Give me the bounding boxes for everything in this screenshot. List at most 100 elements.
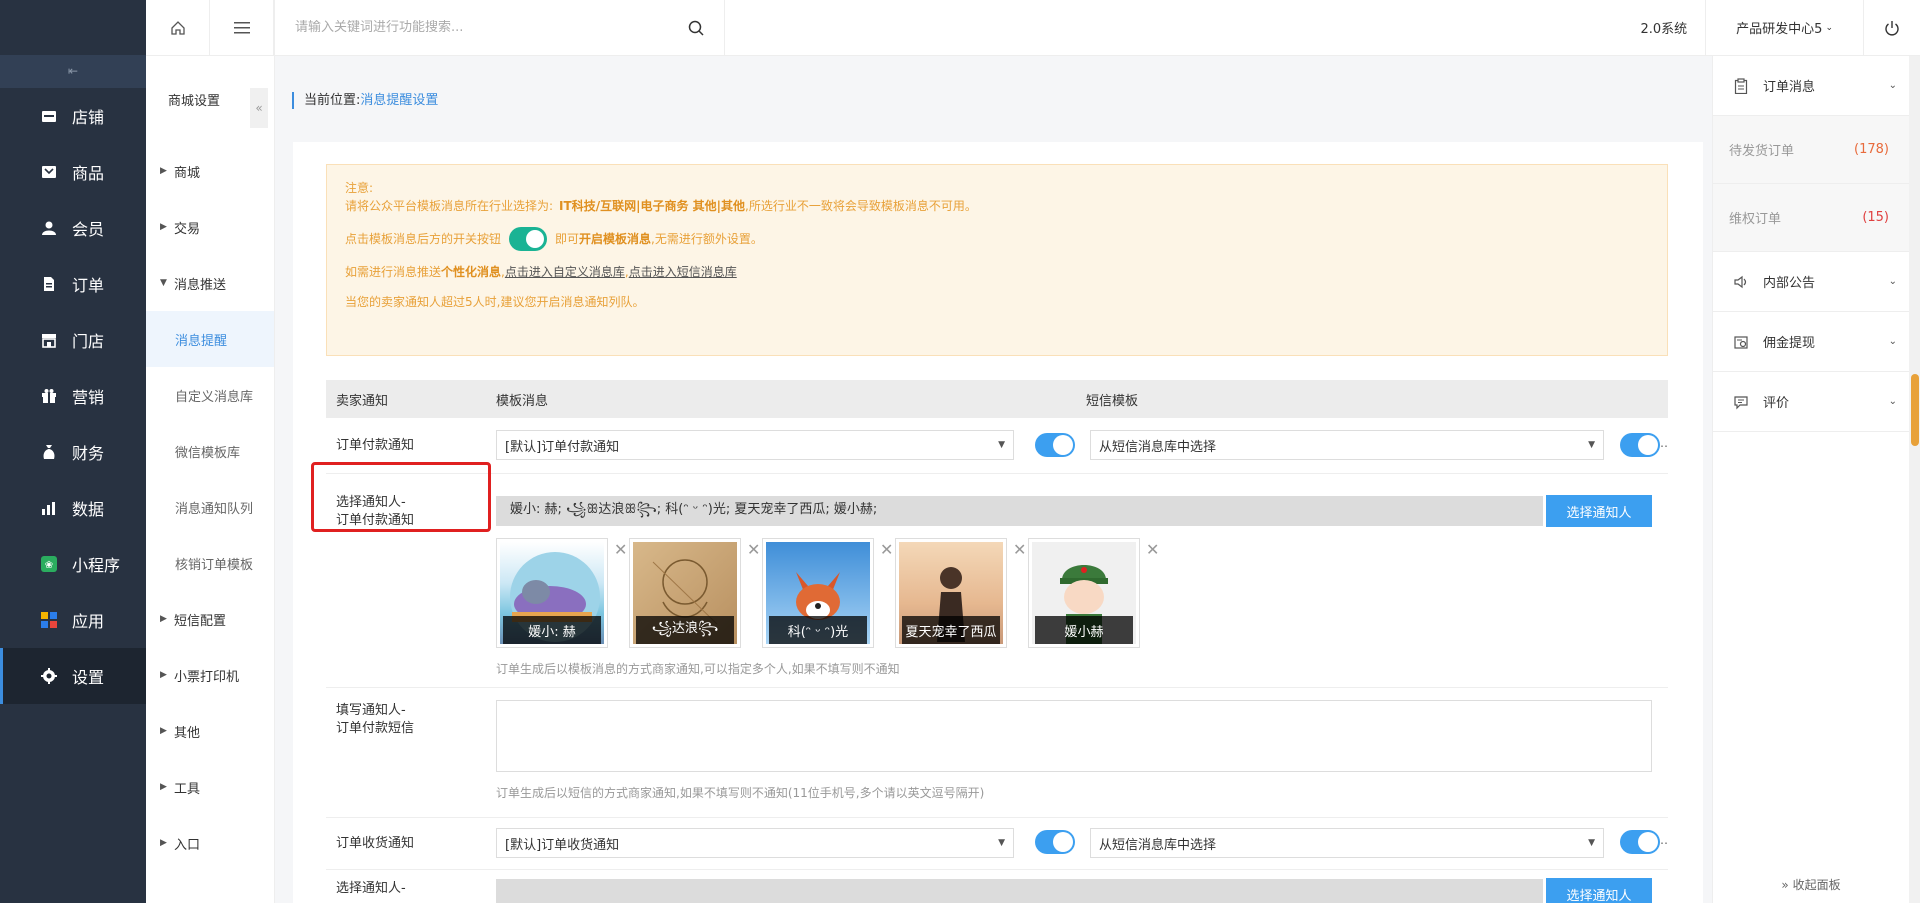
fold-sub-sidebar-button[interactable]: «: [250, 88, 268, 128]
sidebar-item-label: 门店: [72, 332, 105, 351]
subnav-item-printer[interactable]: ▶ 小票打印机: [146, 647, 274, 703]
sidebar-item-marketing[interactable]: 营销: [0, 368, 146, 424]
chevron-down-icon: ⌄: [1888, 336, 1897, 347]
sidebar-item-settings[interactable]: 设置: [0, 648, 146, 704]
panel-commission[interactable]: 佣金提现 ⌄: [1713, 312, 1909, 372]
notice-text: 请将公众平台模板消息所在行业选择为:: [345, 199, 554, 213]
panel-internal-notice[interactable]: 内部公告 ⌄: [1713, 252, 1909, 312]
breadcrumb: 当前位置:消息提醒设置: [292, 92, 438, 109]
sms-toggle[interactable]: [1620, 830, 1660, 854]
home-button[interactable]: [146, 0, 210, 55]
chevron-down-icon: ⌄: [1888, 80, 1897, 91]
sidebar-item-label: 数据: [72, 500, 105, 519]
sidebar-item-label: 商品: [72, 164, 105, 183]
scrollbar-thumb[interactable]: [1911, 374, 1919, 446]
template-select[interactable]: [默认]订单付款通知 ▼: [496, 430, 1014, 460]
search-icon[interactable]: [688, 20, 704, 36]
subnav-label: 商城: [174, 165, 201, 181]
sms-lib-link[interactable]: 点击进入短信消息库: [629, 265, 737, 279]
panel-rights-orders[interactable]: 维权订单 (15): [1713, 184, 1909, 252]
sidebar-item-miniapp[interactable]: ❀ 小程序: [0, 536, 146, 592]
sms-select[interactable]: 从短信消息库中选择 ▼: [1090, 430, 1604, 460]
panel-review[interactable]: 评价 ⌄: [1713, 372, 1909, 432]
page-scrollbar[interactable]: [1909, 56, 1920, 903]
sidebar-item-order[interactable]: 订单: [0, 256, 146, 312]
sidebar-item-data[interactable]: 数据: [0, 480, 146, 536]
remove-avatar-icon[interactable]: ✕: [1013, 540, 1026, 559]
sidebar-item-store[interactable]: 店铺: [0, 88, 146, 144]
remove-avatar-icon[interactable]: ✕: [614, 540, 627, 559]
subnav-item-sms[interactable]: ▶ 短信配置: [146, 591, 274, 647]
subnav-label: 入口: [174, 837, 201, 853]
row-label: 选择通知人-: [336, 881, 406, 896]
member-icon: [40, 219, 58, 237]
sidebar-item-label: 会员: [72, 220, 105, 239]
caret-right-icon: ▶: [160, 726, 167, 736]
subnav-item-tools[interactable]: ▶ 工具: [146, 759, 274, 815]
subnav-label: 消息推送: [174, 277, 227, 293]
breadcrumb-current[interactable]: 消息提醒设置: [360, 93, 438, 108]
subnav-label: 短信配置: [174, 613, 227, 629]
sub-sidebar-title-text: 商城设置: [168, 94, 221, 109]
select-value: 从短信消息库中选择: [1099, 439, 1217, 455]
subnav-item-other[interactable]: ▶ 其他: [146, 703, 274, 759]
template-toggle[interactable]: [1035, 433, 1075, 457]
subnav-item-push[interactable]: ▼ 消息推送: [146, 255, 274, 311]
remove-avatar-icon[interactable]: ✕: [747, 540, 760, 559]
logout-button[interactable]: [1864, 0, 1920, 56]
template-toggle[interactable]: [1035, 830, 1075, 854]
custom-lib-link[interactable]: 点击进入自定义消息库: [505, 265, 625, 279]
row-receive-people: 选择通知人- 选择通知人: [326, 870, 1668, 903]
notice-text: ,无需进行额外设置。: [651, 232, 763, 246]
gear-icon: [40, 667, 58, 685]
sidebar-item-finance[interactable]: 财务: [0, 424, 146, 480]
choose-notifier-button[interactable]: 选择通知人: [1546, 495, 1652, 527]
apps-icon: [40, 611, 58, 629]
subnav-item-mall[interactable]: ▶ 商城: [146, 143, 274, 199]
collapse-panel-button[interactable]: » 收起面板: [1713, 876, 1909, 893]
main-panel: 注意: 请将公众平台模板消息所在行业选择为: IT科技/互联网|电子商务 其他|其…: [293, 142, 1703, 903]
sidebar-collapse-button[interactable]: ⇤: [0, 55, 146, 88]
choose-notifier-button[interactable]: 选择通知人: [1546, 878, 1652, 903]
system-version[interactable]: 2.0系统: [1622, 0, 1707, 56]
sub-nav: ▶ 商城 ▶ 交易 ▼ 消息推送 消息提醒 自定义消息库 微信模板库 消息通知队列 核…: [146, 143, 274, 871]
sidebar-item-shop[interactable]: 门店: [0, 312, 146, 368]
template-select[interactable]: [默认]订单收货通知 ▼: [496, 828, 1014, 858]
table-header: 卖家通知 模板消息 短信模板: [326, 380, 1668, 418]
sms-select[interactable]: 从短信消息库中选择 ▼: [1090, 828, 1604, 858]
remove-avatar-icon[interactable]: ✕: [880, 540, 893, 559]
panel-pending-orders[interactable]: 待发货订单 (178): [1713, 116, 1909, 184]
notice-bold: IT科技/互联网|电子商务 其他|其他: [559, 199, 746, 213]
sidebar-item-label: 小程序: [72, 556, 121, 575]
subnav-item-entry[interactable]: ▶ 入口: [146, 815, 274, 871]
sidebar-item-goods[interactable]: 商品: [0, 144, 146, 200]
miniapp-icon: ❀: [40, 555, 58, 573]
panel-label: 评价: [1763, 396, 1790, 411]
notice-text: 即可: [555, 232, 580, 246]
highlight-box: [311, 462, 491, 532]
subnav-item-msg-remind[interactable]: 消息提醒: [146, 311, 274, 367]
subnav-item-trade[interactable]: ▶ 交易: [146, 199, 274, 255]
sms-toggle[interactable]: [1620, 433, 1660, 457]
chart-icon: [40, 499, 58, 517]
remove-avatar-icon[interactable]: ✕: [1146, 540, 1159, 559]
panel-order-messages[interactable]: 订单消息 ⌄: [1713, 56, 1909, 116]
subnav-item-queue[interactable]: 消息通知队列: [146, 479, 274, 535]
sidebar-item-label: 营销: [72, 388, 105, 407]
search-input[interactable]: [295, 20, 675, 35]
menu-button[interactable]: [210, 0, 274, 55]
subnav-item-custom-lib[interactable]: 自定义消息库: [146, 367, 274, 423]
subnav-item-verify-tpl[interactable]: 核销订单模板: [146, 535, 274, 591]
sidebar-item-member[interactable]: 会员: [0, 200, 146, 256]
sub-sidebar: 商城设置 « ▶ 商城 ▶ 交易 ▼ 消息推送 消息提醒 自定义消息库 微信模板库 消…: [146, 0, 275, 903]
sms-phone-textarea[interactable]: [496, 700, 1652, 772]
row-label: 订单付款通知: [336, 438, 415, 453]
pending-count-badge: (178): [1854, 142, 1889, 157]
system-version-text: 2.0系统: [1640, 22, 1688, 37]
notice-line-4: 当您的卖家通知人超过5人时,建议您开启消息通知列队。: [345, 295, 645, 309]
org-dropdown[interactable]: 产品研发中心5 ⌄: [1706, 0, 1864, 56]
sidebar-item-apps[interactable]: 应用: [0, 592, 146, 648]
caret-right-icon: ▶: [160, 782, 167, 792]
subnav-item-wechat-lib[interactable]: 微信模板库: [146, 423, 274, 479]
subnav-label: 消息提醒: [175, 333, 228, 349]
